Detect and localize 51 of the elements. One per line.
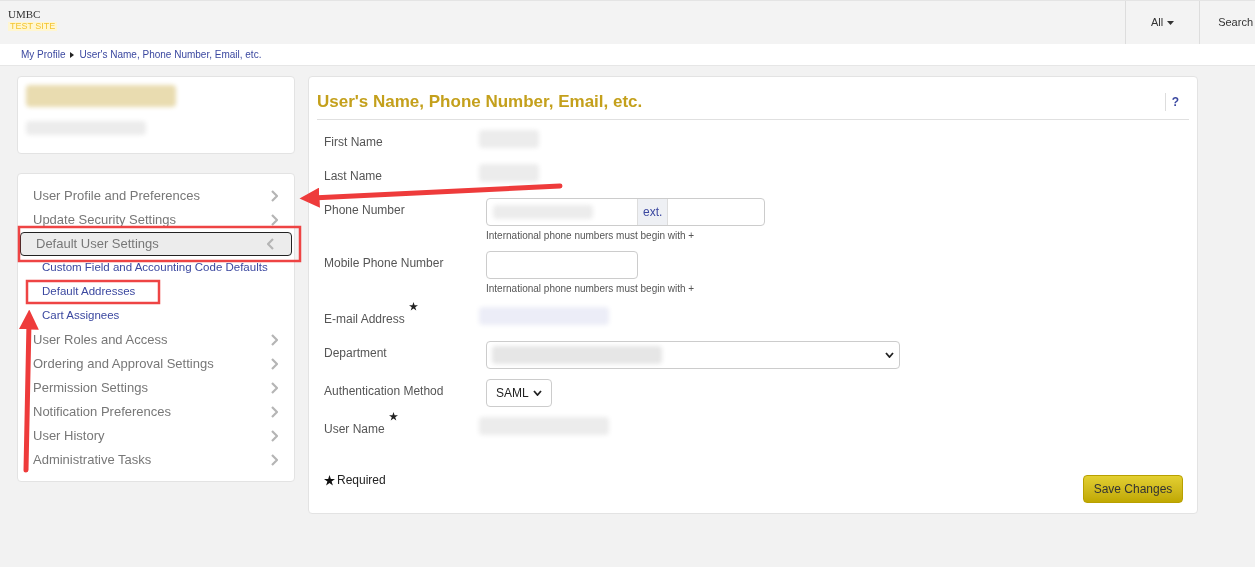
- chevron-right-icon: [270, 430, 278, 442]
- field-label: Last Name: [324, 168, 383, 185]
- field-label: User Name: [324, 421, 385, 438]
- star-icon: [324, 474, 335, 486]
- menu-item[interactable]: User Profile and Preferences: [18, 184, 294, 208]
- chevron-right-icon: [270, 214, 278, 226]
- field-label: Authentication Method: [324, 383, 444, 400]
- chevron-right-icon: [270, 190, 278, 202]
- required-note: Required: [337, 472, 386, 489]
- field-label: First Name: [324, 134, 383, 151]
- ext-label: ext.: [637, 199, 669, 225]
- field-hint: International phone numbers must begin with +: [486, 229, 696, 243]
- chevron-right-icon: [270, 454, 278, 466]
- field-label: E-mail Address: [324, 311, 405, 328]
- chevron-down-icon: [885, 352, 894, 358]
- chevron-right-icon: [270, 382, 278, 394]
- submenu-link[interactable]: Cart Assignees: [42, 307, 120, 325]
- menu-item[interactable]: Update Security Settings: [18, 208, 294, 232]
- menu-item[interactable]: User History: [18, 424, 294, 448]
- menu-item[interactable]: Default User Settings: [20, 232, 292, 256]
- menu-item[interactable]: Notification Preferences: [18, 400, 294, 424]
- submenu-link[interactable]: Default Addresses: [42, 283, 136, 301]
- chevron-right-icon: [270, 406, 278, 418]
- chevron-right-icon: [270, 334, 278, 346]
- submenu-link[interactable]: Custom Field and Accounting Code Defaults: [42, 259, 268, 277]
- phone-field[interactable]: ext.: [486, 198, 765, 226]
- menu-item[interactable]: Permission Settings: [18, 376, 294, 400]
- form-title: User's Name, Phone Number, Email, etc.: [317, 91, 643, 114]
- star-icon: [388, 412, 398, 421]
- menu-item[interactable]: Ordering and Approval Settings: [18, 352, 294, 376]
- logo[interactable]: UMBC TEST SITE: [8, 9, 58, 44]
- search-button[interactable]: Search: [1200, 1, 1255, 44]
- mobile-phone-field[interactable]: [486, 251, 638, 279]
- chevron-left-icon: [267, 238, 275, 250]
- star-icon: [408, 302, 418, 311]
- caret-right-icon: [70, 51, 75, 58]
- menu-item[interactable]: Administrative Tasks: [18, 448, 294, 472]
- department-select[interactable]: [486, 341, 900, 369]
- help-link[interactable]: ?: [1164, 93, 1179, 111]
- chevron-right-icon: [270, 358, 278, 370]
- breadcrumb-link[interactable]: User's Name, Phone Number, Email, etc.: [79, 47, 262, 62]
- field-hint: International phone numbers must begin with +: [486, 282, 695, 296]
- menu-item[interactable]: User Roles and Access: [18, 328, 294, 352]
- field-label: Department: [324, 345, 387, 362]
- field-label: Mobile Phone Number: [324, 255, 444, 272]
- save-changes-button[interactable]: Save Changes: [1083, 475, 1183, 503]
- authentication-select[interactable]: SAML: [486, 379, 552, 407]
- breadcrumb-link[interactable]: My Profile: [21, 47, 66, 62]
- chevron-down-icon: [533, 390, 542, 396]
- caret-icon: [1167, 20, 1175, 25]
- field-label: Phone Number: [324, 202, 405, 219]
